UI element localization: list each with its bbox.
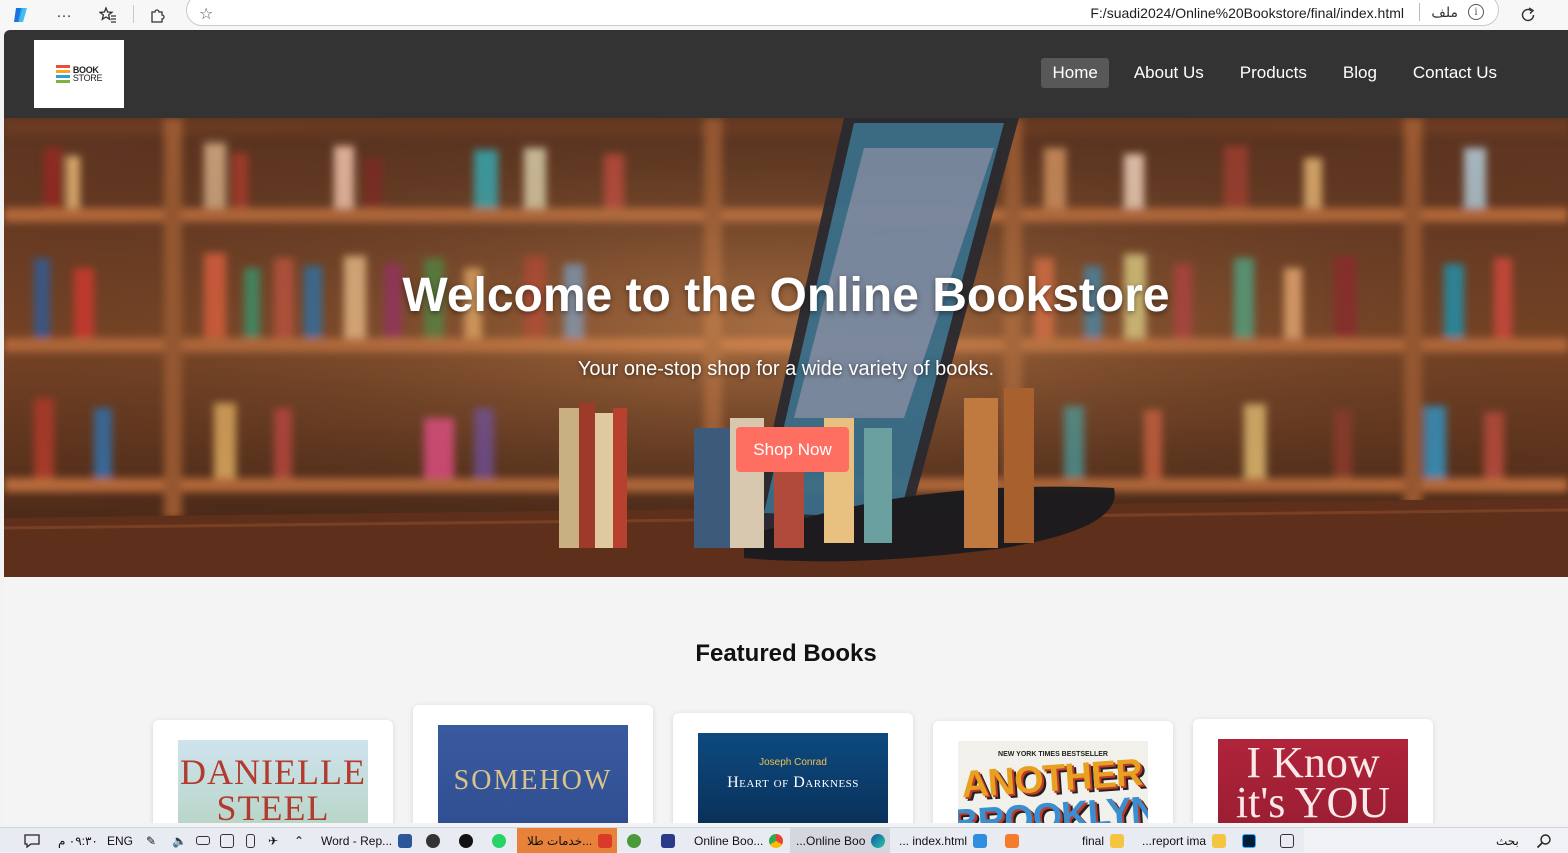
taskbar-item-word[interactable]: Word - Rep... (321, 828, 413, 853)
book-card[interactable]: SOMEHOW (413, 705, 653, 823)
extensions-icon[interactable] (144, 2, 170, 28)
add-favorite-icon[interactable]: ☆ (199, 4, 213, 24)
task-view-icon[interactable] (1280, 828, 1294, 853)
more-icon[interactable]: ··· (51, 2, 77, 28)
folder-icon (1212, 833, 1227, 848)
hero-title: Welcome to the Online Bookstore (402, 269, 1170, 322)
language-indicator[interactable]: ENG (107, 828, 133, 853)
taskbar-item-label: ...Online Boo (796, 833, 866, 848)
edge-icon (871, 833, 886, 848)
whatsapp-icon[interactable] (492, 828, 506, 853)
nav-blog[interactable]: Blog (1332, 58, 1388, 88)
network-icon[interactable] (220, 828, 234, 853)
main-menu: Home About Us Products Blog Contact Us (1041, 58, 1508, 88)
nav-products[interactable]: Products (1229, 58, 1318, 88)
taskbar-item-label: Word - Rep... (321, 833, 393, 848)
notifications-icon[interactable] (24, 828, 40, 853)
photoshop-icon[interactable] (1242, 828, 1256, 853)
vscode-icon (973, 833, 988, 848)
show-hidden-icons-icon[interactable]: ⌃ (294, 828, 304, 853)
taskbar-item-label: خدمات طلا... (527, 833, 593, 848)
taskbar-item-app2[interactable] (661, 828, 675, 853)
device-icon[interactable] (246, 828, 255, 853)
book-card[interactable]: NEW YORK TIMES BESTSELLER ANOTHER BROOKL… (933, 721, 1173, 823)
url-text[interactable]: F:/suadi2024/Online%20Bookstore/final/in… (1090, 5, 1404, 21)
recorder-icon[interactable] (627, 828, 641, 853)
taskbar-item-edge[interactable]: ...Online Boo (790, 828, 890, 853)
book-cover-subtitle: STEEL (216, 788, 330, 823)
book-cover-image[interactable]: SOMEHOW (438, 725, 628, 823)
site-info-icon[interactable]: i (1468, 4, 1484, 20)
copilot-icon[interactable] (8, 2, 34, 28)
hero-subtitle: Your one-stop shop for a wide variety of… (577, 358, 995, 380)
nav-contact-us[interactable]: Contact Us (1402, 58, 1508, 88)
taskbar-item-label: ...report ima (1142, 833, 1207, 848)
taskbar-item-chrome[interactable]: Online Boo... (694, 828, 784, 853)
book-stack-icon (55, 65, 70, 83)
site-logo[interactable]: BOOK STORE (34, 40, 124, 108)
featured-books-heading: Featured Books (695, 640, 877, 667)
github-icon[interactable] (459, 828, 473, 853)
book-cover-title: SOMEHOW (453, 765, 613, 796)
book-cover-image[interactable]: DANIELLE STEEL (178, 740, 368, 823)
page-viewport: BOOK STORE Home About Us Products Blog C… (4, 30, 1568, 823)
taskbar-item-folder-final[interactable]: final (1082, 828, 1125, 853)
address-divider (1419, 3, 1420, 21)
toolbar-divider (133, 5, 134, 23)
browser-toolbar: ··· ☆ F:/suadi2024/Online%20Bookstore/fi… (0, 0, 1568, 30)
library-background-image (4, 118, 1568, 577)
taskbar-item-label: Online Boo... (694, 833, 764, 848)
taskbar-item-folder-report[interactable]: ...report ima (1142, 828, 1227, 853)
file-label: ملف (1431, 4, 1458, 20)
taskbar-search[interactable] (1304, 828, 1568, 853)
taskbar-item-label: ... index.html (899, 833, 968, 848)
shop-now-button[interactable]: Shop Now (736, 427, 849, 472)
hero-banner: Welcome to the Online Bookstore Your one… (4, 118, 1568, 577)
taskbar-item-vscode[interactable]: ... index.html (899, 828, 988, 853)
xampp-icon[interactable] (1005, 828, 1019, 853)
taskbar-item-label: final (1082, 833, 1105, 848)
folder-icon (1110, 833, 1125, 848)
address-bar[interactable]: ☆ F:/suadi2024/Online%20Bookstore/final/… (186, 0, 1499, 26)
nav-home[interactable]: Home (1041, 58, 1109, 88)
nav-about-us[interactable]: About Us (1123, 58, 1215, 88)
logo-text: BOOK STORE (72, 66, 103, 83)
book-card[interactable]: Joseph Conrad Heart of Darkness (673, 713, 913, 823)
book-cover-image[interactable]: NEW YORK TIMES BESTSELLER ANOTHER BROOKL… (958, 741, 1148, 823)
word-icon (398, 833, 413, 848)
site-navbar: BOOK STORE Home About Us Products Blog C… (4, 30, 1568, 118)
refresh-icon[interactable] (1515, 2, 1541, 28)
volume-icon[interactable]: 🔈 (172, 828, 187, 853)
logo-line2: STORE (72, 73, 103, 83)
search-icon[interactable] (1536, 828, 1552, 853)
taskbar-item-app[interactable] (426, 828, 440, 853)
airplane-icon[interactable]: ✈ (268, 828, 278, 853)
chrome-icon (769, 833, 784, 848)
book-cover-author: Joseph Conrad (759, 757, 827, 768)
book-cover-subtitle: it's YOU (1235, 778, 1391, 824)
book-card[interactable]: DANIELLE STEEL (153, 720, 393, 823)
app-icon (598, 833, 613, 848)
book-cover-image[interactable]: I Know it's YOU (1218, 739, 1408, 823)
book-card[interactable]: I Know it's YOU (1193, 719, 1433, 823)
pen-icon[interactable]: ✎ (146, 828, 156, 853)
book-cover-title: Heart of Darkness (727, 774, 859, 791)
taskbar-item-services[interactable]: خدمات طلا... (517, 828, 617, 853)
book-cover-title: DANIELLE (180, 752, 366, 792)
favorites-icon[interactable] (95, 2, 121, 28)
taskbar: ٠٩:٣٠ م ENG ✎ 🔈 ✈ ⌃ Word - Rep... خدمات … (0, 827, 1568, 853)
clock[interactable]: ٠٩:٣٠ م (58, 828, 98, 853)
app-icon (426, 833, 440, 848)
search-label[interactable]: بحث (1496, 828, 1519, 853)
battery-icon[interactable] (196, 828, 210, 853)
book-cover-image[interactable]: Joseph Conrad Heart of Darkness (698, 733, 888, 823)
book-cover-title: I Know (1246, 739, 1380, 787)
